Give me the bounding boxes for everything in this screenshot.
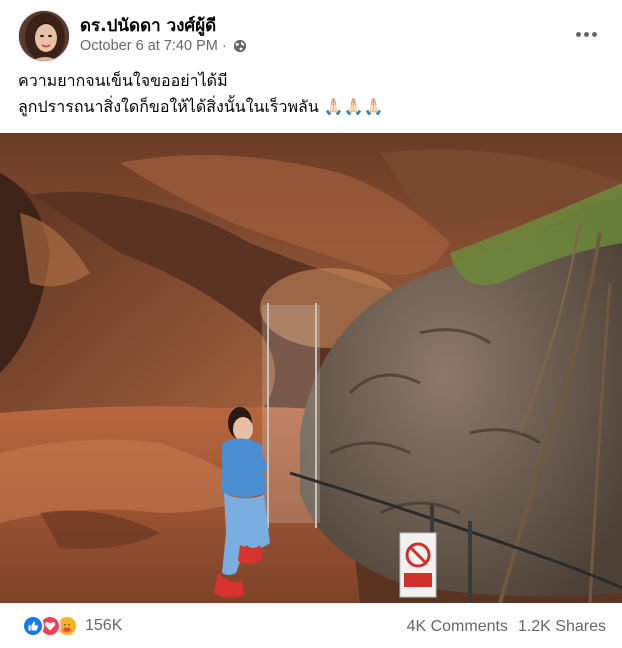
post-stats: 4K Comments 1.2K Shares bbox=[407, 618, 606, 636]
author-name[interactable]: ดร.ปนัดดา วงศ์ผู้ดี bbox=[80, 12, 216, 39]
facebook-post: ดร.ปนัดดา วงศ์ผู้ดี October 6 at 7:40 PM… bbox=[0, 0, 622, 648]
meta-separator: · bbox=[221, 38, 227, 54]
post-photo[interactable] bbox=[0, 133, 622, 603]
caption-line: ความยากจนเข็นใจขออย่าได้มี bbox=[18, 71, 228, 90]
post-header: ดร.ปนัดดา วงศ์ผู้ดี October 6 at 7:40 PM… bbox=[18, 10, 608, 62]
post-meta: October 6 at 7:40 PM · bbox=[80, 38, 247, 54]
avatar-photo bbox=[19, 11, 69, 61]
shares-count[interactable]: 1.2K Shares bbox=[518, 618, 606, 636]
reaction-count[interactable]: 156K bbox=[85, 617, 122, 635]
reactions-summary[interactable]: 156K bbox=[22, 615, 122, 637]
more-options-icon[interactable] bbox=[570, 18, 602, 50]
comments-count[interactable]: 4K Comments bbox=[407, 618, 508, 636]
author-avatar[interactable] bbox=[18, 10, 70, 62]
caption-line: ลูกปรารถนาสิ่งใดก็ขอให้ได้สิ่งนั้นในเร็ว… bbox=[18, 97, 384, 116]
post-caption: ความยากจนเข็นใจขออย่าได้มี ลูกปรารถนาสิ่… bbox=[18, 68, 608, 120]
cave-scene-image bbox=[0, 133, 622, 603]
like-icon bbox=[22, 615, 44, 637]
post-timestamp[interactable]: October 6 at 7:40 PM bbox=[80, 38, 218, 54]
post-footer: 156K 4K Comments 1.2K Shares bbox=[0, 605, 622, 648]
globe-icon[interactable] bbox=[233, 39, 247, 53]
